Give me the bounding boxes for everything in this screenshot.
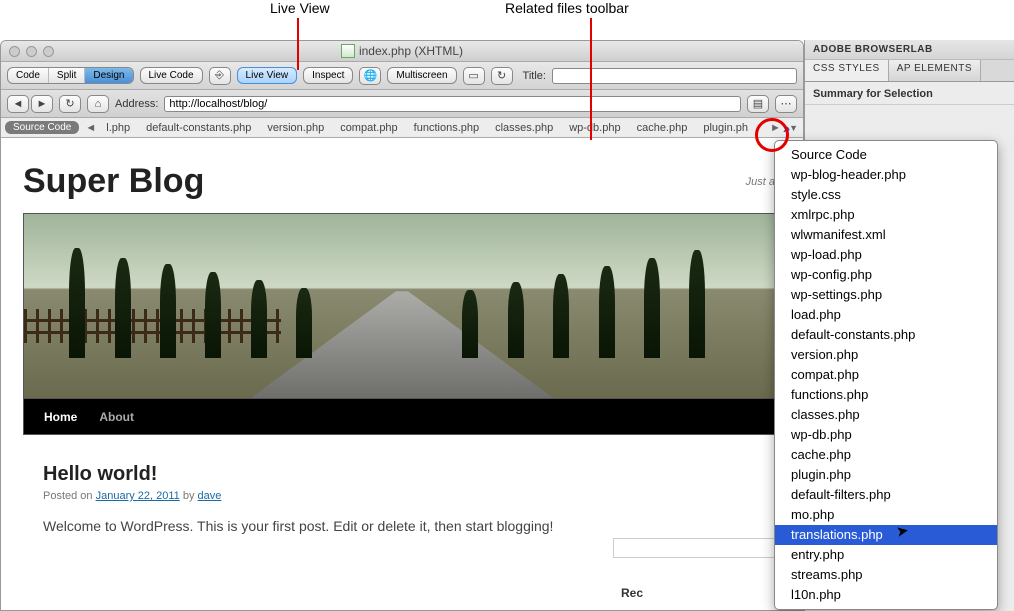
dropdown-item[interactable]: cache.php xyxy=(775,445,997,465)
post-author-link[interactable]: dave xyxy=(198,490,222,502)
chevron-left-icon[interactable]: ◄ xyxy=(83,122,98,134)
tagline: Just a xyxy=(746,176,775,188)
post-title: Hello world! xyxy=(43,463,761,486)
reload-icon[interactable]: ↻ xyxy=(59,95,81,113)
forward-icon[interactable]: ► xyxy=(31,95,53,113)
tab-css-styles[interactable]: CSS STYLES xyxy=(805,60,889,81)
dropdown-item[interactable]: xmlrpc.php xyxy=(775,205,997,225)
window-title: index.php (XHTML) xyxy=(1,44,803,58)
annotation-line-live-view xyxy=(297,18,299,70)
app-window: index.php (XHTML) Code Split Design Live… xyxy=(0,40,804,611)
browser-nav-toolbar: ◄ ► ↻ ⌂ Address: ▤ ⋯ xyxy=(1,90,803,118)
address-label: Address: xyxy=(115,98,158,110)
live-code-button[interactable]: Live Code xyxy=(140,67,203,84)
dropdown-item[interactable]: version.php xyxy=(775,345,997,365)
dropdown-item[interactable]: wp-db.php xyxy=(775,425,997,445)
live-view-button[interactable]: Live View xyxy=(237,67,298,84)
dropdown-item[interactable]: mo.php xyxy=(775,505,997,525)
dropdown-item[interactable]: default-constants.php xyxy=(775,325,997,345)
titlebar: index.php (XHTML) xyxy=(1,41,803,62)
refresh-icon[interactable]: ↻ xyxy=(491,67,513,85)
site-title: Super Blog xyxy=(23,162,781,201)
title-label: Title: xyxy=(523,70,546,82)
search-input[interactable] xyxy=(613,538,783,558)
check-icon[interactable]: ⎆ xyxy=(209,67,231,85)
dropdown-item[interactable]: Source Code xyxy=(775,145,997,165)
post-meta-by: by xyxy=(180,490,198,502)
design-button[interactable]: Design xyxy=(85,68,132,83)
dropdown-item[interactable]: entry.php xyxy=(775,545,997,565)
header-image xyxy=(23,213,781,399)
tab-ap-elements[interactable]: AP ELEMENTS xyxy=(889,60,981,81)
home-icon[interactable]: ⌂ xyxy=(87,95,109,113)
annotation-line-related xyxy=(590,18,592,140)
summary-heading: Summary for Selection xyxy=(805,82,1014,105)
post-body: Welcome to WordPress. This is your first… xyxy=(43,518,761,534)
chevron-down-icon: ▼ xyxy=(789,123,798,133)
dropdown-item[interactable]: wp-config.php xyxy=(775,265,997,285)
dropdown-item[interactable]: classes.php xyxy=(775,405,997,425)
related-files-bar: Source Code ◄ l.php default-constants.ph… xyxy=(1,118,803,138)
dropdown-item[interactable]: wp-blog-header.php xyxy=(775,165,997,185)
live-view-area: Super Blog Just a Home About Hello world… xyxy=(1,138,803,610)
window-title-text: index.php (XHTML) xyxy=(359,44,463,58)
dropdown-item[interactable]: wlwmanifest.xml xyxy=(775,225,997,245)
related-file[interactable]: classes.php xyxy=(487,122,561,134)
related-file[interactable]: functions.php xyxy=(406,122,487,134)
tool-icon[interactable]: ▭ xyxy=(463,67,485,85)
back-icon[interactable]: ◄ xyxy=(7,95,29,113)
related-file[interactable]: l.php xyxy=(98,122,138,134)
dropdown-item[interactable]: wp-settings.php xyxy=(775,285,997,305)
code-button[interactable]: Code xyxy=(8,68,49,83)
bookmark-icon[interactable]: ▤ xyxy=(747,95,769,113)
panel-browserlab[interactable]: ADOBE BROWSERLAB xyxy=(805,40,1014,60)
dropdown-item[interactable]: default-filters.php xyxy=(775,485,997,505)
inspect-button[interactable]: Inspect xyxy=(303,67,353,84)
dropdown-item[interactable]: l10n.php xyxy=(775,585,997,605)
dropdown-item[interactable]: compat.php xyxy=(775,365,997,385)
split-button[interactable]: Split xyxy=(49,68,85,83)
file-icon xyxy=(341,44,355,58)
dropdown-item[interactable]: style.css xyxy=(775,185,997,205)
nav-home[interactable]: Home xyxy=(44,410,77,424)
nav-about[interactable]: About xyxy=(99,410,134,424)
dropdown-item[interactable]: load.php xyxy=(775,305,997,325)
source-code-pill[interactable]: Source Code xyxy=(5,121,79,134)
related-file[interactable]: plugin.ph xyxy=(695,122,756,134)
related-file[interactable]: default-constants.php xyxy=(138,122,259,134)
post-date-link[interactable]: January 22, 2011 xyxy=(96,490,180,502)
settings-icon[interactable]: ⋯ xyxy=(775,95,797,113)
recent-posts-heading: Rec xyxy=(603,586,803,600)
annotation-live-view: Live View xyxy=(270,0,330,16)
related-file[interactable]: version.php xyxy=(259,122,332,134)
dropdown-item[interactable]: functions.php xyxy=(775,385,997,405)
dropdown-item[interactable]: wp-load.php xyxy=(775,245,997,265)
dropdown-item[interactable]: streams.php xyxy=(775,565,997,585)
site-nav: Home About xyxy=(23,399,781,435)
related-file[interactable]: cache.php xyxy=(629,122,696,134)
related-file[interactable]: wp-db.php xyxy=(561,122,628,134)
annotation-circle xyxy=(755,118,789,152)
dropdown-item[interactable]: formatting.php xyxy=(775,605,997,610)
related-file[interactable]: compat.php xyxy=(332,122,405,134)
title-input[interactable] xyxy=(552,68,797,84)
document-toolbar: Code Split Design Live Code ⎆ Live View … xyxy=(1,62,803,90)
dropdown-item[interactable]: plugin.php xyxy=(775,465,997,485)
address-input[interactable] xyxy=(164,96,741,112)
post-meta: Posted on January 22, 2011 by dave xyxy=(43,490,761,502)
post-meta-posted: Posted on xyxy=(43,490,96,502)
globe-icon[interactable]: 🌐 xyxy=(359,67,381,85)
multiscreen-button[interactable]: Multiscreen xyxy=(387,67,456,84)
related-files-dropdown[interactable]: Source Codewp-blog-header.phpstyle.cssxm… xyxy=(774,140,998,610)
dropdown-item[interactable]: translations.php xyxy=(775,525,997,545)
panel-tabs: CSS STYLES AP ELEMENTS xyxy=(805,60,1014,82)
annotation-related-files: Related files toolbar xyxy=(505,0,629,16)
view-mode-segment[interactable]: Code Split Design xyxy=(7,67,134,84)
